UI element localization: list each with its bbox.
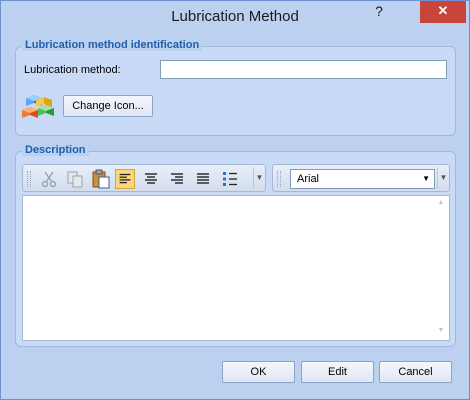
edit-button[interactable]: Edit xyxy=(301,361,374,383)
toolbar-overflow-icon[interactable]: ▼ xyxy=(253,167,265,189)
help-button[interactable]: ? xyxy=(365,1,393,23)
description-group-title: Description xyxy=(22,144,89,156)
change-icon-button[interactable]: Change Icon... xyxy=(63,95,153,117)
font-select-value: Arial xyxy=(297,173,320,185)
cubes-icon xyxy=(22,95,54,118)
cancel-button[interactable]: Cancel xyxy=(379,361,452,383)
chevron-down-icon: ▼ xyxy=(422,174,430,183)
ok-button[interactable]: OK xyxy=(222,361,295,383)
dialog-window: Lubrication Method ? ✕ Lubrication metho… xyxy=(0,0,470,400)
lubrication-method-input[interactable] xyxy=(160,60,447,79)
window-title: Lubrication Method xyxy=(171,8,299,25)
font-select[interactable]: Arial ▼ xyxy=(290,169,435,189)
align-left-icon[interactable] xyxy=(115,169,135,189)
bullets-icon[interactable] xyxy=(220,169,240,189)
align-right-icon[interactable] xyxy=(167,169,187,189)
paste-icon[interactable] xyxy=(91,169,111,189)
justify-icon[interactable] xyxy=(193,169,213,189)
scroll-down-icon[interactable]: ▼ xyxy=(435,327,447,337)
description-textarea[interactable]: ▲ ▼ xyxy=(22,195,450,341)
font-toolbar: Arial ▼ ▼ xyxy=(272,164,450,192)
cut-icon[interactable] xyxy=(39,169,59,189)
scroll-up-icon[interactable]: ▲ xyxy=(435,199,447,209)
identification-group: Lubrication method identification Lubric… xyxy=(15,39,456,136)
font-toolbar-overflow-icon[interactable]: ▼ xyxy=(437,167,449,189)
toolbar-grip[interactable] xyxy=(27,171,31,187)
copy-icon[interactable] xyxy=(65,169,85,189)
align-center-icon[interactable] xyxy=(141,169,161,189)
description-group: Description ▼ Arial ▼ ▼ ▲ ▼ xyxy=(15,144,456,347)
title-bar: Lubrication Method ? ✕ xyxy=(1,1,469,33)
font-toolbar-grip[interactable] xyxy=(277,171,281,187)
lubrication-method-label: Lubrication method: xyxy=(24,64,121,76)
close-button[interactable]: ✕ xyxy=(420,1,466,23)
formatting-toolbar: ▼ xyxy=(22,164,266,192)
identification-group-title: Lubrication method identification xyxy=(22,39,203,51)
